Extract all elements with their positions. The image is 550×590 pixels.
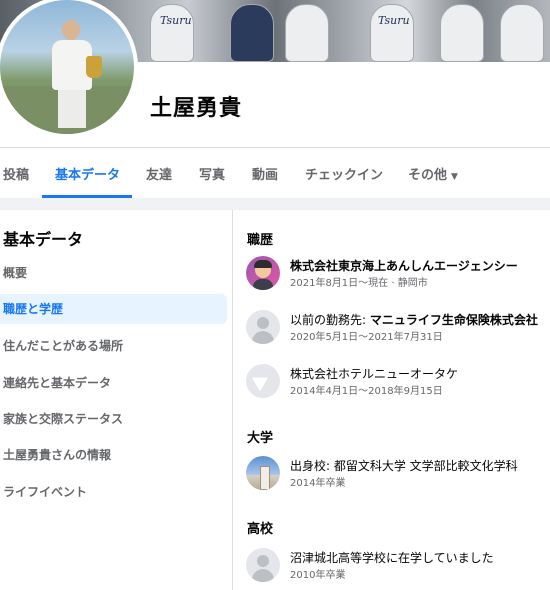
work-entry: 株式会社ホテルニューオータケ 2014年4月1日〜2018年9月15日 [246, 364, 550, 400]
cover-player [500, 4, 544, 62]
education-entry: 出身校: 都留文科大学 文学部比較文化学科 2014年卒業 [246, 456, 550, 492]
profile-tabs: 投稿 基本データ 友達 写真 動画 チェックイン その他 ▼ [0, 148, 550, 198]
profile-name: 土屋勇貴 [150, 96, 243, 121]
cover-player [230, 4, 274, 62]
profile-avatar[interactable] [0, 0, 138, 138]
tab-posts[interactable]: 投稿 [3, 164, 29, 183]
school-link[interactable]: 出身校: 都留文科大学 文学部比較文化学科 [290, 457, 518, 474]
tab-photos[interactable]: 写真 [199, 164, 225, 183]
tab-checkins[interactable]: チェックイン [305, 164, 383, 183]
cover-player [440, 4, 484, 62]
about-sidebar: 基本データ 概要 職歴と学歴 住んだことがある場所 連絡先と基本データ 家族と交… [0, 210, 232, 590]
tab-about[interactable]: 基本データ [55, 164, 120, 183]
employer-link[interactable]: 株式会社東京海上あんしんエージェンシー [290, 259, 518, 273]
panel-divider [232, 210, 233, 590]
school-link[interactable]: 沼津城北高等学校に在学していました [290, 549, 494, 566]
trophy-icon [86, 56, 102, 78]
sidebar-title: 基本データ [3, 230, 84, 249]
education-entry: 沼津城北高等学校に在学していました 2010年卒業 [246, 548, 550, 584]
graduation-year: 2010年卒業 [290, 570, 346, 581]
section-separator [0, 198, 550, 210]
bitmoji-avatar-icon[interactable] [246, 256, 280, 290]
sidebar-item-family-relationships[interactable]: 家族と交際ステータス [0, 404, 227, 434]
work-dates: 2014年4月1日〜2018年9月15日 [290, 386, 443, 397]
sidebar-item-places-lived[interactable]: 住んだことがある場所 [0, 331, 227, 361]
tab-friends[interactable]: 友達 [146, 164, 172, 183]
person-placeholder-icon [246, 310, 280, 344]
flag-icon [246, 364, 280, 398]
profile-page: Tsuru Tsuru 土屋勇貴 投稿 基本データ 友達 写真 動画 チェックイ… [0, 0, 550, 590]
sidebar-item-details-about[interactable]: 土屋勇貴さんの情報 [0, 440, 227, 470]
work-entry: 以前の勤務先: マニュライフ生命保険株式会社 2020年5月1日〜2021年7月… [246, 310, 550, 346]
jersey-text: Tsuru [160, 14, 192, 27]
cover-player [370, 4, 414, 62]
cover-player [285, 4, 329, 62]
cover-player [150, 4, 194, 62]
sidebar-item-contact-info[interactable]: 連絡先と基本データ [0, 368, 227, 398]
caret-down-icon: ▼ [451, 172, 458, 182]
work-dates: 2021年8月1日〜現在 · 静岡市 [290, 278, 428, 289]
person-placeholder-icon [246, 548, 280, 582]
work-entry: 株式会社東京海上あんしんエージェンシー 2021年8月1日〜現在 · 静岡市 [246, 256, 550, 292]
jersey-text: Tsuru [378, 14, 410, 27]
college-section-title: 大学 [247, 431, 274, 446]
work-dates: 2020年5月1日〜2021年7月31日 [290, 332, 443, 343]
school-photo-icon[interactable] [246, 456, 280, 490]
tab-more[interactable]: その他 ▼ [408, 164, 458, 183]
sidebar-item-overview[interactable]: 概要 [0, 258, 227, 288]
tab-videos[interactable]: 動画 [252, 164, 278, 183]
highschool-section-title: 高校 [247, 522, 274, 537]
work-section-title: 職歴 [247, 233, 274, 248]
sidebar-item-life-events[interactable]: ライフイベント [0, 477, 227, 507]
sidebar-item-work-education[interactable]: 職歴と学歴 [0, 294, 227, 324]
employer-link[interactable]: マニュライフ生命保険株式会社 [370, 313, 538, 327]
employer-link[interactable]: 株式会社ホテルニューオータケ [290, 365, 458, 382]
graduation-year: 2014年卒業 [290, 478, 346, 489]
